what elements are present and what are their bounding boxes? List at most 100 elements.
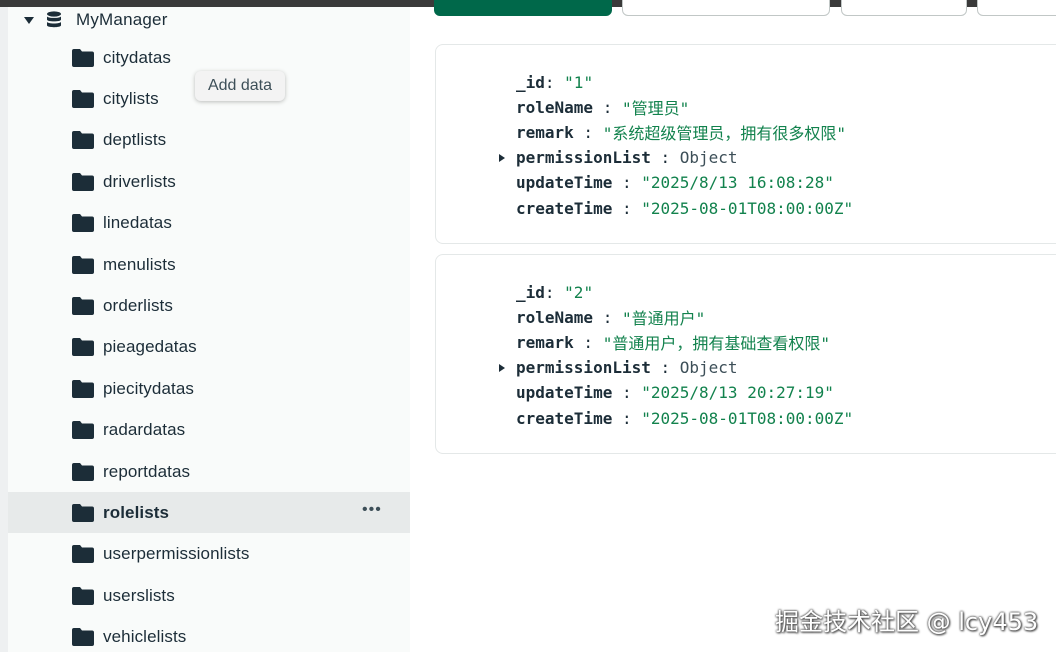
field-separator: :	[593, 97, 622, 117]
field-separator: :	[612, 198, 642, 218]
collection-label: pieagedatas	[103, 337, 197, 357]
folder-icon	[72, 255, 94, 274]
folder-icon	[72, 421, 94, 440]
collection-label: userslists	[103, 585, 175, 605]
document-field: updateTime : "2025/8/13 16:08:28"	[516, 172, 834, 194]
primary-toolbar-button[interactable]	[434, 0, 612, 16]
field-separator: :	[612, 173, 642, 193]
collection-label: menulists	[103, 254, 176, 274]
field-value: "普通用户，拥有基础查看权限"	[602, 334, 830, 354]
folder-icon	[72, 628, 94, 647]
toolbar-button-3[interactable]	[841, 0, 967, 16]
folder-icon	[72, 214, 94, 233]
field-key: remark	[516, 122, 574, 142]
document-card[interactable]: _id: "2" roleName : "普通用户" remark : "普通用户，…	[435, 254, 1056, 454]
document-field: remark : "系统超级管理员，拥有很多权限"	[516, 121, 846, 144]
collection-item-driverlists[interactable]: driverlists	[8, 161, 410, 202]
field-separator: :	[612, 408, 642, 428]
toolbar-button-4[interactable]	[977, 0, 1056, 16]
field-value: Object	[679, 148, 738, 168]
expand-arrow-icon[interactable]	[499, 153, 505, 162]
folder-icon	[72, 545, 94, 564]
field-value: "2025-08-01T08:00:00Z"	[641, 408, 854, 428]
database-item[interactable]: MyManager	[24, 9, 168, 31]
folder-icon	[72, 379, 94, 398]
field-value: "普通用户"	[621, 309, 706, 329]
field-value: "2025/8/13 20:27:19"	[641, 383, 834, 403]
field-key: _id	[516, 72, 545, 92]
collection-item-orderlists[interactable]: orderlists	[8, 285, 410, 326]
field-separator: :	[593, 307, 622, 327]
collection-label: rolelists	[103, 502, 170, 522]
document-field: remark : "普通用户，拥有基础查看权限"	[516, 331, 830, 354]
more-options-icon[interactable]: •••	[362, 501, 382, 519]
field-key: _id	[516, 282, 545, 302]
collection-item-userpermissionlists[interactable]: userpermissionlists	[8, 534, 410, 575]
field-value: "2"	[564, 282, 594, 302]
field-key: permissionList	[516, 148, 651, 168]
collection-item-linedatas[interactable]: linedatas	[8, 203, 410, 244]
field-key: createTime	[516, 408, 613, 428]
field-key: roleName	[516, 307, 594, 327]
caret-down-icon[interactable]	[24, 16, 34, 24]
field-value: Object	[679, 358, 738, 378]
document-field: roleName : "普通用户"	[516, 306, 706, 329]
document-field: permissionList : Object	[516, 147, 738, 169]
collection-item-menulists[interactable]: menulists	[8, 244, 410, 285]
field-separator: :	[573, 122, 603, 142]
document-field: _id: "2"	[516, 281, 593, 303]
field-key: permissionList	[516, 358, 651, 378]
field-key: remark	[516, 332, 574, 352]
collection-item-rolelists[interactable]: rolelists •••	[8, 492, 410, 534]
toolbar-button-2[interactable]	[622, 0, 830, 16]
document-field: updateTime : "2025/8/13 20:27:19"	[516, 382, 834, 404]
collection-label: piecitydatas	[103, 378, 194, 398]
field-value: "1"	[564, 72, 594, 92]
field-separator: :	[573, 332, 603, 352]
field-separator: :	[612, 383, 642, 403]
collection-item-userslists[interactable]: userslists	[8, 575, 410, 616]
collection-item-piecitydatas[interactable]: piecitydatas	[8, 368, 410, 409]
field-value: "2025-08-01T08:00:00Z"	[641, 198, 854, 218]
collection-label: citydatas	[103, 47, 171, 67]
document-field: createTime : "2025-08-01T08:00:00Z"	[516, 197, 853, 219]
database-name: MyManager	[76, 10, 168, 29]
document-field: createTime : "2025-08-01T08:00:00Z"	[516, 407, 853, 429]
expand-arrow-icon[interactable]	[499, 363, 505, 372]
collection-label: linedatas	[103, 213, 172, 233]
folder-icon	[72, 338, 94, 357]
field-value: "2025/8/13 16:08:28"	[641, 173, 834, 193]
add-data-tooltip: Add data	[195, 71, 285, 101]
collection-label: radardatas	[103, 420, 186, 440]
field-value: "管理员"	[621, 99, 690, 119]
collection-item-reportdatas[interactable]: reportdatas	[8, 451, 410, 492]
folder-icon	[72, 131, 94, 150]
collection-label: reportdatas	[103, 461, 191, 481]
folder-icon	[72, 586, 94, 605]
folder-icon	[72, 48, 94, 67]
collection-label: citylists	[103, 88, 159, 108]
database-icon	[47, 11, 61, 28]
field-key: roleName	[516, 97, 594, 117]
collection-label: vehiclelists	[103, 627, 187, 647]
watermark: 掘金技术社区 @ lcy453	[775, 608, 1039, 636]
document-field: permissionList : Object	[516, 357, 738, 379]
folder-icon	[72, 172, 94, 191]
document-card[interactable]: _id: "1" roleName : "管理员" remark : "系统超级管理…	[435, 44, 1056, 244]
field-separator: :	[650, 358, 680, 378]
field-key: createTime	[516, 198, 613, 218]
collection-item-pieagedatas[interactable]: pieagedatas	[8, 327, 410, 368]
collection-label: deptlists	[103, 130, 167, 150]
field-key: updateTime	[516, 383, 613, 403]
document-field: roleName : "管理员"	[516, 96, 690, 119]
field-separator: :	[650, 148, 680, 168]
collection-item-vehiclelists[interactable]: vehiclelists	[8, 617, 410, 658]
collection-item-radardatas[interactable]: radardatas	[8, 410, 410, 451]
field-separator: :	[544, 282, 565, 302]
sidebar: MyManager citydatas citylists deptlists dri…	[8, 7, 410, 652]
collection-item-deptlists[interactable]: deptlists	[8, 120, 410, 161]
folder-icon	[72, 89, 94, 108]
collection-label: orderlists	[103, 295, 173, 315]
field-separator: :	[544, 72, 565, 92]
field-value: "系统超级管理员，拥有很多权限"	[602, 124, 846, 144]
